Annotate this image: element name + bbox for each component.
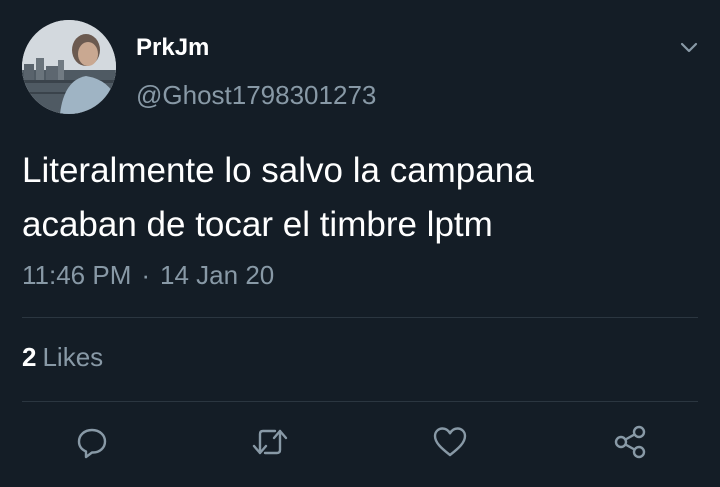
tweet-timestamp: 11:46 PM · 14 Jan 20	[22, 260, 274, 291]
reply-button[interactable]	[72, 422, 112, 462]
heart-icon	[433, 427, 467, 457]
tweet-text: Literalmente lo salvo la campana acaban …	[22, 151, 534, 244]
avatar-image	[22, 20, 116, 114]
reply-icon	[77, 428, 107, 459]
user-handle[interactable]: @Ghost1798301273	[136, 80, 376, 111]
share-button[interactable]	[610, 422, 650, 462]
share-icon	[614, 425, 646, 459]
divider	[22, 317, 698, 318]
chevron-down-icon[interactable]	[678, 36, 700, 58]
display-name[interactable]: PrkJm	[136, 34, 209, 62]
divider	[22, 401, 698, 402]
tweet-date: 14 Jan 20	[160, 260, 275, 290]
retweet-icon	[252, 429, 288, 455]
like-button[interactable]	[430, 422, 470, 462]
likes-summary[interactable]: 2 Likes	[22, 342, 103, 373]
tweet-time: 11:46 PM	[22, 260, 132, 290]
avatar[interactable]	[22, 20, 116, 114]
meta-separator: ·	[141, 260, 151, 290]
likes-count: 2	[22, 342, 37, 372]
likes-label: Likes	[42, 342, 104, 372]
retweet-button[interactable]	[250, 422, 290, 462]
